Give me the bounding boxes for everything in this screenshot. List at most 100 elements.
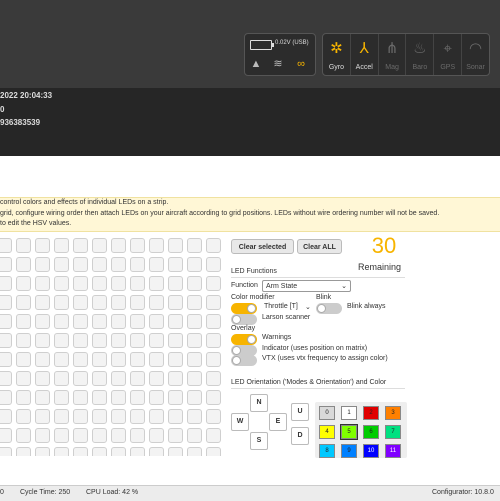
led-grid-cell[interactable]	[16, 371, 31, 386]
led-grid-cell[interactable]	[73, 314, 88, 329]
direction-east-button[interactable]: E	[269, 413, 287, 431]
led-grid-cell[interactable]	[111, 371, 126, 386]
led-grid-cell[interactable]	[168, 371, 183, 386]
led-grid-cell[interactable]	[35, 390, 50, 405]
led-grid-cell[interactable]	[92, 257, 107, 272]
led-grid-cell[interactable]	[111, 428, 126, 443]
color-swatch-7[interactable]: 7	[385, 425, 401, 439]
led-grid-cell[interactable]	[130, 276, 145, 291]
led-grid-cell[interactable]	[187, 257, 202, 272]
led-grid-cell[interactable]	[0, 428, 12, 443]
led-grid-cell[interactable]	[111, 333, 126, 348]
direction-up-button[interactable]: U	[291, 403, 309, 421]
led-grid-cell[interactable]	[187, 333, 202, 348]
led-grid-cell[interactable]	[0, 371, 12, 386]
led-grid-cell[interactable]	[149, 333, 164, 348]
led-grid-cell[interactable]	[149, 352, 164, 367]
led-grid-cell[interactable]	[149, 371, 164, 386]
led-grid-cell[interactable]	[0, 238, 12, 253]
led-grid-cell[interactable]	[0, 409, 12, 424]
led-grid-cell[interactable]	[92, 352, 107, 367]
led-grid-cell[interactable]	[168, 295, 183, 310]
led-grid-cell[interactable]	[149, 295, 164, 310]
led-grid-cell[interactable]	[130, 371, 145, 386]
led-grid-cell[interactable]	[16, 428, 31, 443]
led-grid-cell[interactable]	[0, 314, 12, 329]
led-grid-cell[interactable]	[35, 276, 50, 291]
led-grid-cell[interactable]	[130, 352, 145, 367]
led-grid-cell[interactable]	[130, 333, 145, 348]
led-grid-cell[interactable]	[92, 333, 107, 348]
led-grid-cell[interactable]	[187, 238, 202, 253]
led-grid-cell[interactable]	[35, 409, 50, 424]
led-grid-cell[interactable]	[187, 371, 202, 386]
warnings-toggle[interactable]	[231, 334, 257, 345]
throttle-toggle[interactable]	[231, 303, 257, 314]
led-grid-cell[interactable]	[54, 371, 69, 386]
led-grid-cell[interactable]	[54, 390, 69, 405]
led-grid-cell[interactable]	[73, 276, 88, 291]
link-icon[interactable]: ∞	[295, 58, 307, 70]
led-grid-cell[interactable]	[111, 447, 126, 456]
led-grid-cell[interactable]	[206, 390, 221, 405]
led-grid-cell[interactable]	[54, 428, 69, 443]
led-grid-cell[interactable]	[187, 447, 202, 456]
led-grid-cell[interactable]	[0, 352, 12, 367]
led-grid-cell[interactable]	[168, 409, 183, 424]
led-grid-cell[interactable]	[73, 447, 88, 456]
led-grid-cell[interactable]	[0, 295, 12, 310]
led-grid-cell[interactable]	[206, 371, 221, 386]
led-grid-cell[interactable]	[92, 390, 107, 405]
led-grid-cell[interactable]	[149, 409, 164, 424]
led-grid-cell[interactable]	[73, 333, 88, 348]
led-grid-cell[interactable]	[168, 238, 183, 253]
clear-selected-button[interactable]: Clear selected	[231, 239, 294, 254]
color-swatch-2[interactable]: 2	[363, 406, 379, 420]
clear-all-button[interactable]: Clear ALL	[297, 239, 342, 254]
led-grid-cell[interactable]	[206, 409, 221, 424]
led-grid-cell[interactable]	[149, 428, 164, 443]
led-grid-cell[interactable]	[130, 314, 145, 329]
led-grid-cell[interactable]	[111, 257, 126, 272]
led-grid-cell[interactable]	[35, 428, 50, 443]
led-grid-cell[interactable]	[92, 371, 107, 386]
direction-west-button[interactable]: W	[231, 413, 249, 431]
color-swatch-5[interactable]: 5	[340, 424, 358, 440]
led-grid-cell[interactable]	[149, 390, 164, 405]
led-grid-cell[interactable]	[168, 352, 183, 367]
led-grid-cell[interactable]	[54, 257, 69, 272]
led-grid-cell[interactable]	[206, 447, 221, 456]
direction-south-button[interactable]: S	[250, 432, 268, 450]
color-swatch-10[interactable]: 10	[363, 444, 379, 458]
led-grid-cell[interactable]	[92, 295, 107, 310]
led-grid-cell[interactable]	[16, 352, 31, 367]
direction-down-button[interactable]: D	[291, 427, 309, 445]
led-grid-cell[interactable]	[187, 409, 202, 424]
led-grid-cell[interactable]	[35, 295, 50, 310]
led-grid-cell[interactable]	[73, 238, 88, 253]
led-grid-cell[interactable]	[168, 257, 183, 272]
led-grid-cell[interactable]	[206, 352, 221, 367]
led-grid-cell[interactable]	[130, 390, 145, 405]
led-grid-cell[interactable]	[111, 409, 126, 424]
led-grid-cell[interactable]	[111, 352, 126, 367]
led-grid-cell[interactable]	[16, 295, 31, 310]
led-grid-cell[interactable]	[0, 257, 12, 272]
color-swatch-1[interactable]: 1	[341, 406, 357, 420]
led-grid-cell[interactable]	[35, 447, 50, 456]
vtx-toggle[interactable]	[231, 355, 257, 366]
led-grid-cell[interactable]	[73, 390, 88, 405]
led-grid-cell[interactable]	[187, 428, 202, 443]
led-grid-cell[interactable]	[0, 276, 12, 291]
led-grid-cell[interactable]	[168, 447, 183, 456]
led-grid-cell[interactable]	[54, 409, 69, 424]
led-grid-cell[interactable]	[149, 447, 164, 456]
led-grid-cell[interactable]	[206, 314, 221, 329]
led-grid-cell[interactable]	[206, 257, 221, 272]
led-grid-cell[interactable]	[130, 295, 145, 310]
led-grid-cell[interactable]	[130, 238, 145, 253]
led-grid-cell[interactable]	[73, 409, 88, 424]
color-swatch-4[interactable]: 4	[319, 425, 335, 439]
larson-toggle[interactable]	[231, 314, 257, 325]
led-grid-cell[interactable]	[206, 276, 221, 291]
